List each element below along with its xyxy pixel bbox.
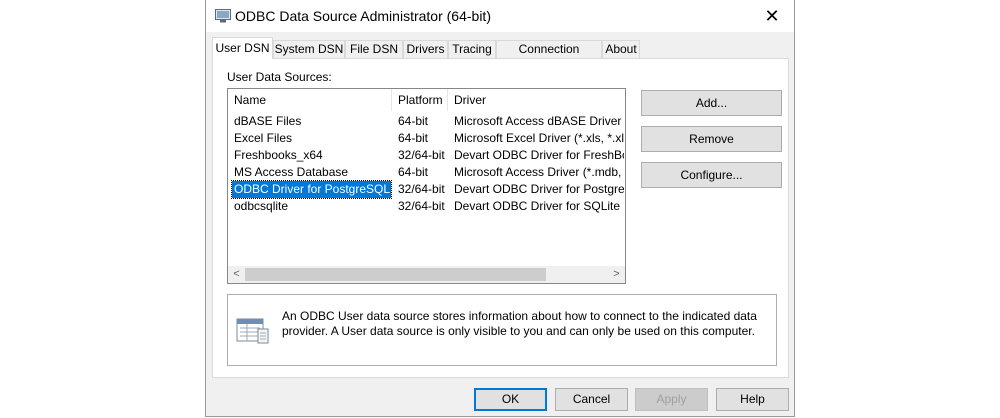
dsn-name: dBASE Files	[234, 114, 302, 128]
help-button[interactable]: Help	[716, 388, 789, 411]
odbc-dialog: ODBC Data Source Administrator (64-bit) …	[205, 0, 795, 417]
dsn-name: MS Access Database	[234, 165, 349, 179]
dsn-name: Excel Files	[234, 131, 293, 145]
tab-drivers[interactable]: Drivers	[403, 40, 448, 58]
dsn-driver: Microsoft Excel Driver (*.xls, *.xlsx, *	[454, 131, 624, 145]
info-description: An ODBC User data source stores informat…	[282, 309, 757, 338]
configure-button[interactable]: Configure...	[641, 162, 782, 188]
tab-file-dsn[interactable]: File DSN	[345, 40, 403, 58]
close-icon: ✕	[764, 5, 780, 26]
column-header-driver[interactable]: Driver	[448, 89, 625, 111]
table-row[interactable]: dBASE Files 64-bit Microsoft Access dBAS…	[228, 113, 625, 130]
table-row[interactable]: odbcsqlite 32/64-bit Devart ODBC Driver …	[228, 198, 625, 215]
dsn-platform: 32/64-bit	[398, 182, 445, 196]
column-header-name[interactable]: Name	[228, 89, 392, 111]
dsn-name: ODBC Driver for PostgreSQL x64	[231, 180, 392, 199]
dsn-driver: Microsoft Access Driver (*.mdb, *.ac	[454, 165, 624, 179]
close-button[interactable]: ✕	[750, 0, 794, 32]
dsn-driver: Devart ODBC Driver for PostgreSQL	[454, 182, 624, 196]
title-bar: ODBC Data Source Administrator (64-bit) …	[206, 0, 794, 32]
dsn-platform: 64-bit	[398, 131, 429, 145]
dsn-driver: Microsoft Access dBASE Driver (*.dbf	[454, 114, 624, 128]
info-box: An ODBC User data source stores informat…	[227, 294, 777, 366]
scroll-right-icon[interactable]: >	[608, 266, 625, 283]
dsn-platform: 64-bit	[398, 165, 429, 179]
table-row[interactable]: MS Access Database 64-bit Microsoft Acce…	[228, 164, 625, 181]
dsn-platform: 32/64-bit	[398, 148, 445, 162]
tab-system-dsn[interactable]: System DSN	[273, 40, 345, 58]
scroll-thumb[interactable]	[245, 268, 546, 281]
table-row-selected[interactable]: ODBC Driver for PostgreSQL x64 32/64-bit…	[228, 180, 625, 199]
table-row[interactable]: Freshbooks_x64 32/64-bit Devart ODBC Dri…	[228, 147, 625, 164]
horizontal-scrollbar[interactable]: < >	[228, 266, 625, 283]
dsn-name: odbcsqlite	[234, 199, 289, 213]
odbc-app-icon	[215, 9, 231, 23]
cancel-button[interactable]: Cancel	[555, 388, 628, 411]
dsn-driver: Devart ODBC Driver for FreshBooks	[454, 148, 624, 162]
tab-user-dsn[interactable]: User DSN	[212, 37, 273, 59]
ok-button[interactable]: OK	[474, 388, 547, 411]
user-dsn-panel: User Data Sources: Name Platform Driver …	[212, 58, 789, 378]
tab-tracing[interactable]: Tracing	[448, 40, 496, 58]
data-source-list[interactable]: Name Platform Driver dBASE Files 64-bit …	[227, 88, 626, 284]
tab-about[interactable]: About	[602, 40, 640, 58]
data-source-icon	[236, 318, 269, 344]
add-button[interactable]: Add...	[641, 90, 782, 116]
user-data-sources-label: User Data Sources:	[227, 70, 332, 84]
table-row[interactable]: Excel Files 64-bit Microsoft Excel Drive…	[228, 130, 625, 147]
tab-connection-pooling[interactable]: Connection Pooling	[496, 40, 602, 73]
scroll-left-icon[interactable]: <	[228, 266, 245, 283]
dsn-driver: Devart ODBC Driver for SQLite	[454, 199, 621, 213]
column-header-platform[interactable]: Platform	[392, 89, 448, 111]
window-title: ODBC Data Source Administrator (64-bit)	[235, 8, 491, 24]
apply-button[interactable]: Apply	[635, 388, 708, 411]
dsn-platform: 32/64-bit	[398, 199, 445, 213]
remove-button[interactable]: Remove	[641, 126, 782, 152]
dsn-platform: 64-bit	[398, 114, 429, 128]
dsn-name: Freshbooks_x64	[234, 148, 323, 162]
